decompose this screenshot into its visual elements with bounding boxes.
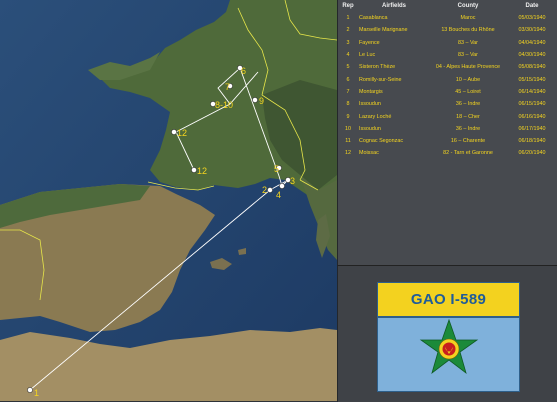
star-icon (419, 318, 478, 375)
cell-date: 04/30/1940 (518, 52, 546, 59)
flag-title-band: GAO I-589 (378, 283, 519, 318)
cell-date: 03/30/1940 (518, 27, 546, 34)
marker-4[interactable] (279, 183, 285, 189)
table-row[interactable]: 10 Issoudun 36 – Indre 06/17/1940 (338, 123, 557, 135)
cell-rep: 11 (345, 138, 351, 145)
cell-airfield: Montargis (359, 88, 383, 95)
header-county: County (457, 3, 479, 9)
cell-rep: 7 (346, 88, 350, 95)
cell-county: 36 – Indre (455, 101, 481, 108)
cell-rep: 12 (345, 150, 351, 157)
screen: 1 2 3 4 5 6 7 8-10 9 12 12 Rep Airfields (0, 0, 557, 402)
marker-label-2: 2 (262, 185, 267, 195)
marker-11[interactable] (171, 129, 177, 135)
cell-airfield: Romilly-sur-Seine (359, 76, 402, 83)
marker-12[interactable] (191, 167, 197, 173)
cell-airfield: Marseille Marignane (359, 27, 408, 34)
cell-date: 05/15/1940 (518, 76, 546, 83)
table-row[interactable]: 3 Fayence 83 – Var 04/04/1940 (338, 37, 557, 49)
cell-rep: 4 (346, 52, 350, 59)
cell-rep: 3 (346, 39, 350, 46)
cell-airfield: Issoudun (359, 101, 381, 108)
table-row[interactable]: 9 Lazary Loché 18 – Cher 06/16/1940 (338, 110, 557, 122)
marker-label-8-10: 8-10 (215, 100, 233, 110)
cell-rep: 5 (346, 64, 350, 71)
marker-label-5: 5 (274, 164, 279, 174)
map-svg: 1 2 3 4 5 6 7 8-10 9 12 12 (0, 0, 337, 401)
cell-airfield: Cognac Segonzac (359, 138, 404, 145)
cell-airfield: Issoudun (359, 125, 381, 132)
cell-rep: 1 (346, 15, 350, 22)
cell-county: 18 – Cher (456, 113, 480, 120)
table-row[interactable]: 8 Issoudun 36 – Indre 06/15/1940 (338, 98, 557, 110)
table-row[interactable]: 1 Casablanca Maroc 05/03/1940 (338, 12, 557, 24)
marker-9[interactable] (252, 97, 258, 103)
cell-airfield: Moissac (359, 150, 379, 157)
marker-label-1: 1 (34, 388, 39, 398)
cell-county: 83 – Var (458, 52, 478, 59)
cell-date: 06/14/1940 (518, 88, 546, 95)
cell-county: 13 Bouches du Rhône (441, 27, 495, 34)
table-row[interactable]: 7 Montargis 45 – Loiret 06/14/1940 (338, 86, 557, 98)
cell-airfield: Casablanca (359, 15, 388, 22)
cell-airfield: Fayence (359, 39, 380, 46)
header-date: Date (525, 3, 539, 9)
marker-label-7: 7 (225, 82, 230, 92)
marker-label-12: 12 (197, 166, 207, 176)
cell-rep: 9 (346, 113, 350, 120)
flag-title: GAO I-589 (410, 291, 487, 308)
cell-county: 36 – Indre (455, 125, 481, 132)
cell-date: 05/08/1940 (518, 64, 546, 71)
itinerary-table: Rep Airfields County Date 1 Casablanca Mar… (338, 0, 557, 160)
star-emblem (378, 318, 519, 391)
cell-date: 06/18/1940 (518, 138, 546, 145)
marker-2[interactable] (267, 187, 273, 193)
header-rep: Rep (342, 3, 354, 9)
cell-date: 04/04/1940 (518, 39, 546, 46)
cell-rep: 10 (345, 125, 351, 132)
right-panel: Rep Airfields County Date 1 Casablanca Mar… (337, 0, 557, 402)
marker-1[interactable] (27, 387, 33, 393)
cell-county: Maroc (460, 15, 476, 22)
itinerary-table-panel: Rep Airfields County Date 1 Casablanca Mar… (337, 0, 557, 265)
marker-label-6: 6 (241, 66, 246, 76)
cell-date: 06/20/1940 (518, 150, 546, 157)
table-row[interactable]: 12 Moissac 82 - Tarn et Garonne 06/20/1940 (338, 147, 557, 159)
cell-county: 16 – Charente (450, 138, 486, 145)
cell-date: 06/15/1940 (518, 101, 546, 108)
cell-county: 82 - Tarn et Garonne (443, 150, 493, 157)
table-row[interactable]: 6 Romilly-sur-Seine 10 – Aube 05/15/1940 (338, 73, 557, 85)
cell-date: 05/03/1940 (518, 15, 546, 22)
cell-airfield: Lazary Loché (359, 113, 392, 120)
table-row[interactable]: 4 Le Luc 83 – Var 04/30/1940 (338, 49, 557, 61)
cell-county: 10 – Aube (455, 76, 481, 83)
marker-label-11: 12 (177, 128, 187, 138)
flag-area: GAO I-589 (337, 265, 557, 402)
satellite-map[interactable]: 1 2 3 4 5 6 7 8-10 9 12 12 (0, 0, 337, 401)
cell-airfield: Sisteron Thèze (359, 64, 396, 71)
cell-date: 06/17/1940 (518, 125, 546, 132)
cell-county: 04 - Alpes Haute Provence (435, 64, 501, 71)
header-airfield: Airfields (381, 3, 406, 9)
table-row[interactable]: 11 Cognac Segonzac 16 – Charente 06/18/1940 (338, 135, 557, 147)
cell-rep: 8 (346, 101, 350, 108)
cell-date: 06/16/1940 (518, 113, 546, 120)
table-row[interactable]: 2 Marseille Marignane 13 Bouches du Rhône 0… (338, 24, 557, 36)
cell-rep: 2 (346, 27, 350, 34)
table-row[interactable]: 5 Sisteron Thèze 04 - Alpes Haute Provence… (338, 61, 557, 73)
cell-county: 45 – Loiret (455, 88, 481, 95)
cell-airfield: Le Luc (359, 52, 376, 59)
marker-label-4: 4 (276, 190, 281, 200)
cell-county: 83 – Var (458, 39, 478, 46)
cell-rep: 6 (346, 76, 350, 83)
marker-label-9: 9 (259, 96, 264, 106)
marker-label-3: 3 (290, 176, 295, 186)
table-header-row: Rep Airfields County Date (338, 0, 557, 12)
unit-flag: GAO I-589 (377, 282, 520, 392)
